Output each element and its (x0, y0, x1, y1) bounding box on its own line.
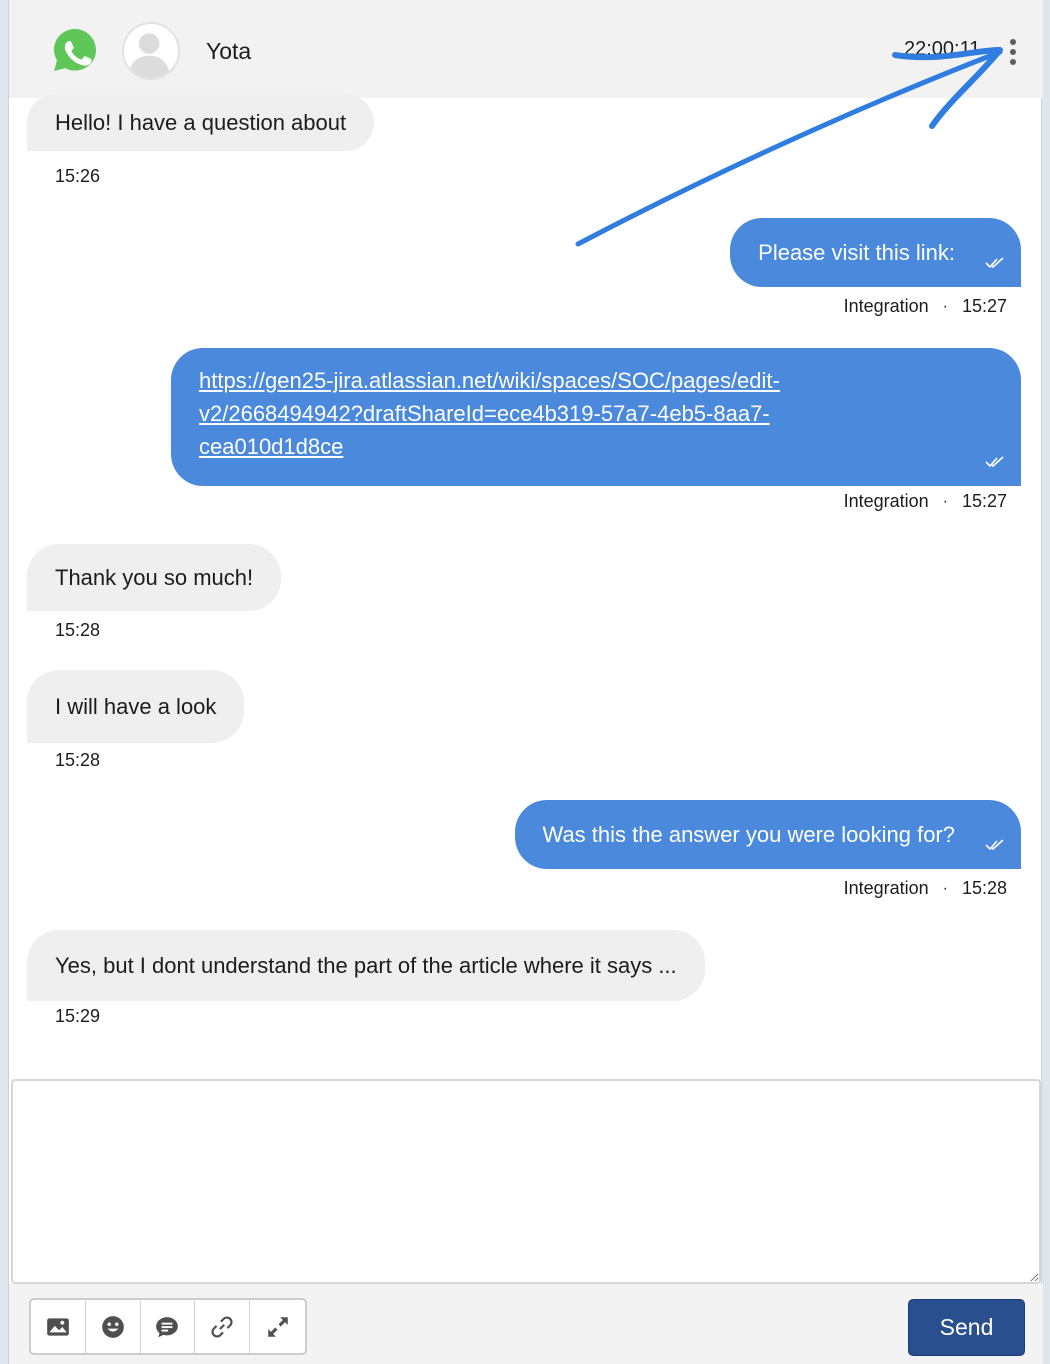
meta-separator: · (942, 879, 948, 897)
meta-separator: · (942, 297, 948, 315)
message-input[interactable] (11, 1079, 1041, 1284)
more-vertical-icon[interactable] (1003, 36, 1023, 68)
message-sender: Integration (843, 491, 929, 511)
message-text: Yes, but I dont understand the part of t… (55, 953, 677, 978)
header-time: 22:00:11 (904, 38, 981, 60)
toolbar-button-group (29, 1298, 307, 1355)
link-line-2[interactable]: v2/2668494942?draftShareId=ece4b319-57a7… (199, 397, 993, 430)
contact-avatar[interactable] (122, 22, 180, 80)
double-check-icon (985, 839, 1004, 851)
message-text: I will have a look (55, 694, 217, 719)
message-time: 15:28 (55, 620, 101, 640)
message-bubble-outbound-link: https://gen25-jira.atlassian.net/wiki/sp… (171, 348, 1021, 486)
message-time: 15:28 (55, 750, 101, 770)
expand-icon[interactable] (250, 1300, 305, 1353)
double-check-icon (985, 456, 1004, 468)
composer-toolbar: Send (9, 1284, 1043, 1364)
message-time: 15:27 (961, 296, 1007, 316)
message-sender: Integration (843, 296, 929, 316)
message-time: 15:27 (961, 491, 1007, 511)
emoji-icon[interactable] (86, 1300, 141, 1353)
message-bubble-outbound: Was this the answer you were looking for… (514, 800, 1021, 869)
whatsapp-icon (54, 29, 96, 71)
double-check-icon (985, 257, 1004, 269)
message-meta: Integration · 15:28 (844, 878, 1007, 899)
message-time: 15:29 (55, 1006, 101, 1026)
message-text: Please visit this link: (758, 240, 955, 265)
message-bubble-inbound: Yes, but I dont understand the part of t… (27, 930, 705, 1001)
contact-name: Yota (206, 38, 252, 64)
chat-header: Yota 22:00:11 (9, 0, 1043, 98)
message-bubble-inbound: I will have a look (27, 670, 245, 743)
message-bubble-outbound: Please visit this link: (730, 218, 1021, 287)
message-sender: Integration (843, 878, 929, 898)
message-bubble-inbound: Hello! I have a question about (27, 94, 375, 151)
message-text: Hello! I have a question about (55, 110, 347, 135)
link-line-1[interactable]: https://gen25-jira.atlassian.net/wiki/sp… (199, 364, 993, 397)
message-time: 15:26 (55, 166, 101, 186)
image-icon[interactable] (31, 1300, 86, 1353)
send-button[interactable]: Send (908, 1299, 1025, 1356)
message-meta: Integration · 15:27 (844, 296, 1007, 317)
link-line-3[interactable]: cea010d1d8ce (199, 430, 993, 463)
chat-window: Yota 22:00:11 Hello! I have a question a… (8, 0, 1043, 1364)
quick-reply-icon[interactable] (141, 1300, 196, 1353)
user-avatar-icon (127, 33, 171, 78)
message-text: Was this the answer you were looking for… (542, 822, 956, 847)
message-meta: Integration · 15:27 (844, 491, 1007, 512)
meta-separator: · (942, 492, 948, 510)
message-time: 15:28 (961, 878, 1007, 898)
message-text: Thank you so much! (55, 565, 254, 590)
message-bubble-inbound: Thank you so much! (27, 544, 282, 611)
link-icon[interactable] (195, 1300, 251, 1353)
